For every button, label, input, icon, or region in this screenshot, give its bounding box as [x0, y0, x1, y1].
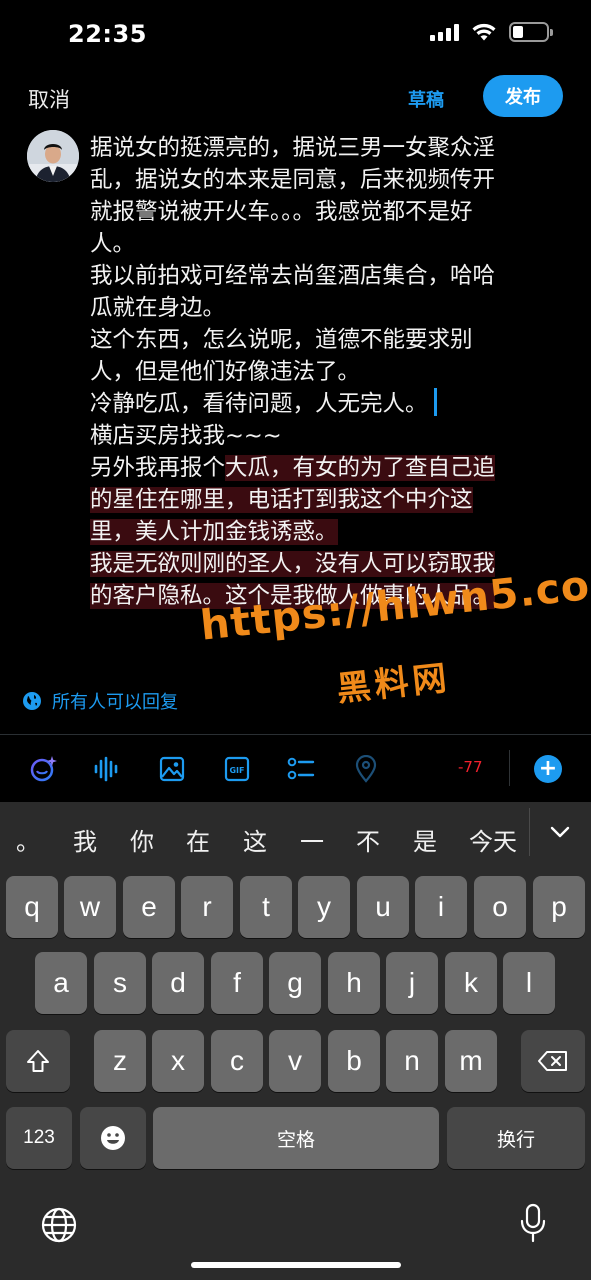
reply-setting-button[interactable]: 所有人可以回复 — [22, 688, 178, 714]
microphone-icon[interactable] — [518, 1202, 548, 1244]
key-a[interactable]: a — [35, 952, 87, 1014]
key-k[interactable]: k — [445, 952, 497, 1014]
compose-line: 人，但是他们好像违法了。 — [90, 359, 361, 385]
wifi-icon — [472, 23, 496, 41]
space-key[interactable]: 空格 — [153, 1107, 439, 1169]
candidate-word[interactable]: 这 — [243, 822, 267, 857]
key-v[interactable]: v — [269, 1030, 321, 1092]
audio-wave-icon[interactable] — [92, 754, 122, 784]
key-i[interactable]: i — [415, 876, 467, 938]
key-t[interactable]: t — [240, 876, 292, 938]
compose-text-area[interactable]: 据说女的挺漂亮的，据说三男一女聚众淫 乱，据说女的本来是同意，后来视频传开 就报… — [90, 132, 568, 612]
key-n[interactable]: n — [386, 1030, 438, 1092]
over-limit-text: 里，美人计加金钱诱惑。 — [90, 519, 338, 545]
numbers-key[interactable]: 123 — [6, 1107, 72, 1169]
compose-line-with-cursor: 冷静吃瓜，看待问题，人无完人。 — [90, 388, 568, 420]
home-indicator — [191, 1262, 401, 1268]
candidate-word[interactable]: 一 — [300, 822, 324, 857]
candidate-word[interactable]: 我 — [73, 822, 97, 857]
battery-icon — [509, 22, 553, 42]
candidate-word[interactable]: 。 — [16, 822, 40, 857]
poll-icon[interactable] — [286, 754, 316, 784]
compose-line: 我以前拍戏可经常去尚玺酒店集合，哈哈 — [90, 263, 496, 289]
key-s[interactable]: s — [94, 952, 146, 1014]
chevron-down-icon[interactable] — [548, 820, 572, 844]
cellular-signal-icon — [430, 23, 459, 41]
compose-line: 瓜就在身边。 — [90, 295, 226, 321]
text-cursor — [433, 388, 437, 416]
compose-line-text: 冷静吃瓜，看待问题，人无完人。 — [90, 391, 428, 417]
key-j[interactable]: j — [386, 952, 438, 1014]
compose-line: 人。 — [90, 231, 136, 257]
key-m[interactable]: m — [445, 1030, 497, 1092]
avatar[interactable] — [27, 130, 79, 182]
add-thread-button[interactable]: + — [534, 755, 562, 783]
compose-line: 这个东西，怎么说呢，道德不能要求别 — [90, 327, 473, 353]
shift-key[interactable] — [6, 1030, 70, 1092]
compose-line: 据说女的挺漂亮的，据说三男一女聚众淫 — [90, 135, 496, 161]
compose-toolbar: GIF — [0, 744, 591, 794]
image-icon[interactable] — [157, 754, 187, 784]
candidate-bar: 。 我 你 在 这 一 不 是 今天 — [0, 802, 591, 864]
shift-icon — [27, 1050, 49, 1072]
delete-key[interactable] — [521, 1030, 585, 1092]
key-x[interactable]: x — [152, 1030, 204, 1092]
over-limit-text: 我是无欲则刚的圣人，没有人可以窃取我 — [90, 551, 496, 577]
compose-line: 横店买房找我~~~ — [90, 423, 282, 449]
compose-line: 就报警说被开火车。。。我感觉都不是好 — [90, 199, 473, 225]
return-key[interactable]: 换行 — [447, 1107, 585, 1169]
emoji-icon — [101, 1126, 125, 1150]
key-z[interactable]: z — [94, 1030, 146, 1092]
keyboard: 。 我 你 在 这 一 不 是 今天 q w e r t y u i o p a… — [0, 802, 591, 1280]
key-h[interactable]: h — [328, 952, 380, 1014]
grok-icon[interactable] — [28, 754, 58, 784]
compose-line-mixed: 另外我再报个大瓜，有女的为了查自己追 — [90, 452, 568, 484]
compose-line: 乱，据说女的本来是同意，后来视频传开 — [90, 167, 496, 193]
reply-setting-label: 所有人可以回复 — [52, 692, 178, 713]
drafts-button[interactable]: 草稿 — [408, 86, 444, 112]
over-limit-text: 的星住在哪里，电话打到我这个中介这 — [90, 487, 473, 513]
key-l[interactable]: l — [503, 952, 555, 1014]
key-c[interactable]: c — [211, 1030, 263, 1092]
status-bar: 22:35 — [0, 0, 591, 70]
key-u[interactable]: u — [357, 876, 409, 938]
key-y[interactable]: y — [298, 876, 350, 938]
key-r[interactable]: r — [181, 876, 233, 938]
key-q[interactable]: q — [6, 876, 58, 938]
toolbar-divider — [509, 750, 510, 786]
publish-button[interactable]: 发布 — [483, 75, 563, 117]
key-g[interactable]: g — [269, 952, 321, 1014]
compose-line-text: 另外我再报个 — [90, 455, 226, 481]
character-counter: -77 — [458, 758, 483, 776]
globe-icon — [23, 692, 41, 710]
candidate-word[interactable]: 不 — [356, 822, 380, 857]
globe-icon[interactable] — [40, 1206, 78, 1244]
cancel-button[interactable]: 取消 — [28, 84, 70, 114]
watermark-name: 黑料网 — [334, 658, 453, 710]
key-b[interactable]: b — [328, 1030, 380, 1092]
divider — [0, 734, 591, 735]
candidate-word[interactable]: 在 — [186, 822, 210, 857]
status-icons — [430, 22, 553, 42]
candidate-word[interactable]: 你 — [130, 822, 154, 857]
over-limit-text: 大瓜，有女的为了查自己追 — [225, 455, 496, 481]
status-time: 22:35 — [68, 20, 147, 48]
gif-icon[interactable]: GIF — [222, 754, 252, 784]
svg-text:GIF: GIF — [229, 766, 244, 775]
candidate-divider — [529, 808, 530, 856]
candidate-word[interactable]: 是 — [413, 822, 437, 857]
key-d[interactable]: d — [152, 952, 204, 1014]
candidate-word[interactable]: 今天 — [469, 822, 517, 857]
emoji-key[interactable] — [80, 1107, 146, 1169]
key-o[interactable]: o — [474, 876, 526, 938]
key-p[interactable]: p — [533, 876, 585, 938]
backspace-icon — [538, 1051, 567, 1071]
key-e[interactable]: e — [123, 876, 175, 938]
key-w[interactable]: w — [64, 876, 116, 938]
location-icon[interactable] — [351, 754, 381, 784]
key-f[interactable]: f — [211, 952, 263, 1014]
